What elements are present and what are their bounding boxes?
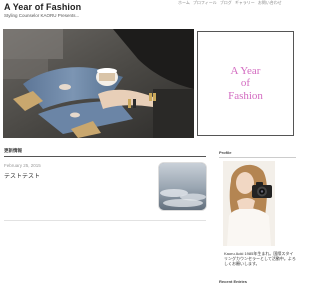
section-header: 更新情報: [4, 148, 22, 153]
sky-thumbnail-image: [159, 163, 206, 210]
section-divider: [4, 156, 206, 157]
site-title[interactable]: A Year of Fashion: [4, 2, 81, 12]
profile-photo-illustration: [223, 161, 275, 246]
nav-item-blog[interactable]: ブログ: [220, 0, 232, 6]
sidebar-divider: [219, 157, 296, 158]
post-thumbnail[interactable]: [158, 162, 207, 211]
nav-item-contact[interactable]: お問い合わせ: [258, 0, 282, 6]
title-box-text: A Year of Fashion: [228, 64, 263, 102]
profile-photo: [223, 161, 275, 246]
title-box: A Year of Fashion: [197, 31, 294, 136]
site-tagline: Styling Counselor KAORU Presents...: [4, 13, 80, 18]
post-divider: [4, 220, 206, 221]
camera-icon: [252, 182, 272, 198]
post-title-link[interactable]: テストテスト: [4, 171, 40, 180]
sidebar-profile-header: Profile: [219, 150, 232, 155]
hero-photo-illustration: [3, 29, 194, 138]
top-nav: ホーム プロフィール ブログ ギャラリー お問い合わせ: [178, 0, 298, 6]
nav-item-gallery[interactable]: ギャラリー: [235, 0, 255, 6]
profile-bio: Kaoru Aoki 1985年生まれ。国際スタイリングカウンセラーとして活動中…: [224, 251, 296, 266]
nav-item-home[interactable]: ホーム: [178, 0, 190, 6]
hero-photo: [3, 29, 194, 138]
post-date: February 25, 2015: [4, 163, 41, 168]
sidebar-recent-header: Recent Entries: [219, 279, 248, 284]
nav-item-profile[interactable]: プロフィール: [193, 0, 217, 6]
